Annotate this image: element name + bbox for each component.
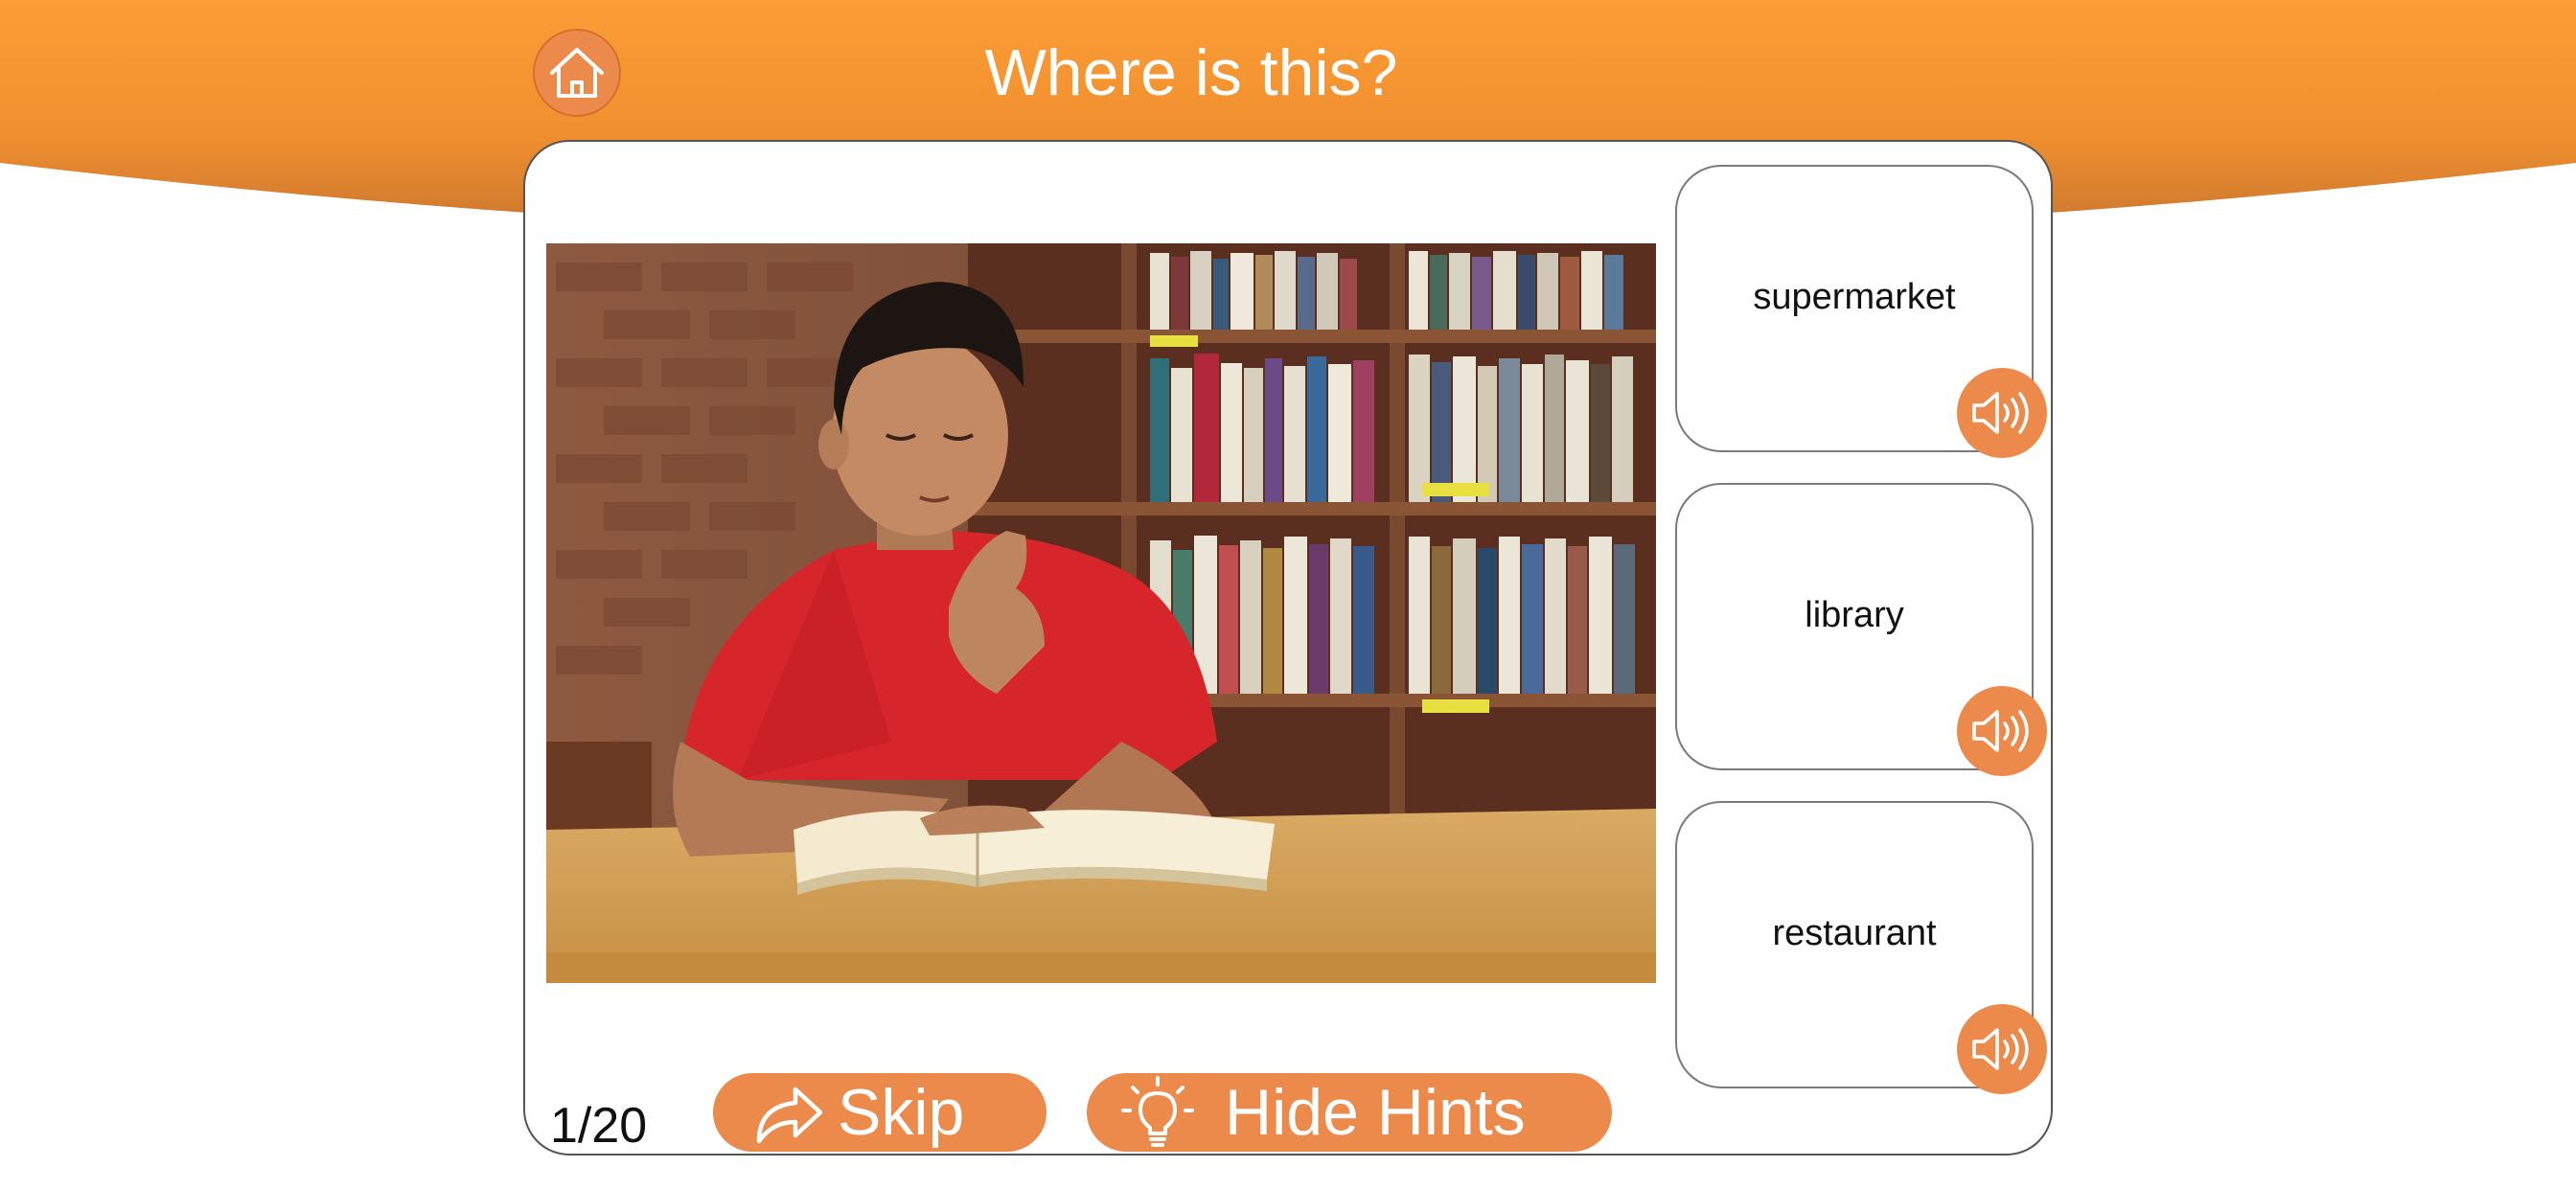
play-audio-restaurant-button[interactable] [1957, 1004, 2047, 1094]
speaker-icon [1972, 710, 2029, 752]
option-label: library [1805, 594, 1904, 635]
option-label: restaurant [1772, 912, 1937, 953]
speaker-icon [1972, 392, 2029, 434]
skip-button[interactable]: Skip [713, 1073, 1046, 1152]
hide-hints-button[interactable]: Hide Hints [1087, 1073, 1612, 1152]
home-button[interactable] [533, 29, 621, 117]
lightbulb-icon [1121, 1076, 1194, 1147]
skip-label: Skip [838, 1076, 965, 1149]
page-title: Where is this? [984, 36, 1398, 109]
progress-counter: 1/20 [550, 1098, 648, 1154]
share-arrow-icon [756, 1087, 823, 1144]
hide-hints-label: Hide Hints [1225, 1076, 1526, 1149]
play-audio-supermarket-button[interactable] [1957, 368, 2047, 458]
option-label: supermarket [1753, 276, 1956, 317]
play-audio-library-button[interactable] [1957, 686, 2047, 776]
question-photo [546, 243, 1656, 983]
speaker-icon [1972, 1028, 2029, 1070]
home-icon [550, 48, 604, 98]
question-card: supermarket library restaurant [523, 140, 2053, 1156]
